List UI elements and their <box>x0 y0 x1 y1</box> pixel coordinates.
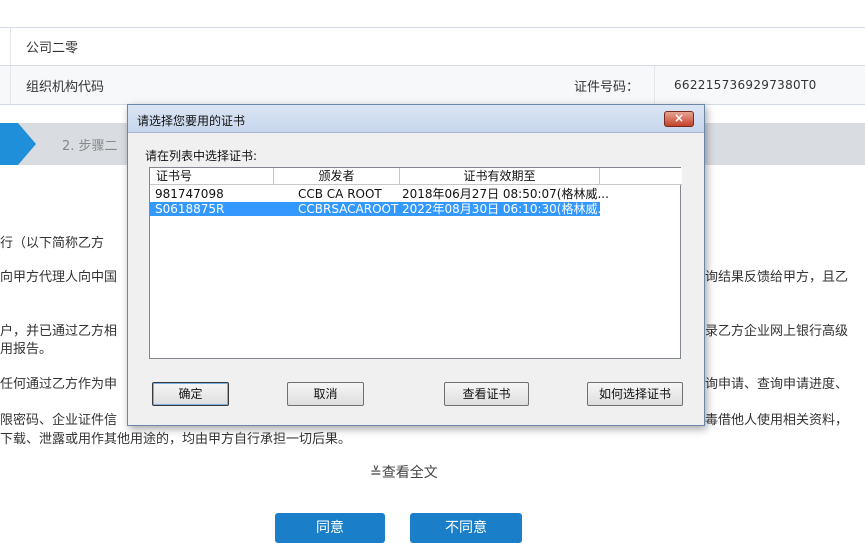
issuer-cell: CCB CA ROOT <box>298 187 382 201</box>
column-header-issuer[interactable]: 颁发者 <box>274 168 400 185</box>
disagree-button[interactable]: 不同意 <box>410 513 522 543</box>
certificate-list[interactable]: 证书号 颁发者 证书有效期至 981747098 CCB CA ROOT 201… <box>149 167 682 359</box>
column-divider <box>654 66 655 104</box>
org-code-label: 组织机构代码 <box>26 79 105 95</box>
close-icon[interactable]: × <box>664 111 694 127</box>
step-1-indicator <box>0 123 36 165</box>
agreement-text-line: 任何通过乙方作为申 <box>0 377 118 392</box>
agreement-text-line: 向甲方代理人向中国 <box>0 270 118 285</box>
column-header-empty <box>600 168 682 185</box>
view-certificate-button[interactable]: 查看证书 <box>444 382 529 406</box>
column-header-expiry[interactable]: 证书有效期至 <box>400 168 600 185</box>
agreement-text-line: 户，并已通过乙方相 <box>0 324 118 339</box>
how-to-choose-button[interactable]: 如何选择证书 <box>587 382 683 406</box>
list-item-selected[interactable]: S0618875R CCBRSACAROOT 2022年08月30日 06:10… <box>150 202 609 216</box>
issuer-cell: CCBRSACAROOT <box>298 202 399 216</box>
column-header-cert-no[interactable]: 证书号 <box>150 168 274 185</box>
org-code-row: 组织机构代码 证件号码： 66221573692973​80T0 <box>0 65 865 105</box>
step-2-label: 2. 步骤二 <box>62 139 118 154</box>
cert-no-cell: S0618875R <box>155 202 225 216</box>
cert-no-value: 66221573692973​80T0 <box>674 78 817 92</box>
row-gutter <box>0 28 11 65</box>
agreement-text-line: 用报告。 <box>0 342 53 357</box>
agreement-text-line: 录乙方企业网上银行高级 <box>705 324 849 339</box>
dialog-prompt: 请在列表中选择证书: <box>145 149 258 163</box>
cert-no-label: 证件号码： <box>574 79 640 95</box>
company-name: 公司二零 <box>26 41 79 56</box>
expiry-cell: 2022年08月30日 06:10:30(格林威... <box>402 202 609 216</box>
expiry-cell: 2018年06月27日 08:50:07(格林威... <box>402 187 609 201</box>
agreement-text-line: 询结果反馈给甲方，且乙 <box>705 270 849 285</box>
row-gutter <box>0 66 11 104</box>
list-item[interactable]: 981747098 CCB CA ROOT 2018年06月27日 08:50:… <box>150 187 609 201</box>
company-name-row: 公司二零 <box>0 27 865 65</box>
agreement-text-line: 毒借他人使用相关资料， <box>705 413 849 428</box>
agreement-text-line: 限密码、企业证件信 <box>0 413 118 428</box>
agree-button[interactable]: 同意 <box>275 513 385 543</box>
certificate-dialog: 请选择您要用的证书 × 请在列表中选择证书: 证书号 颁发者 证书有效期至 98… <box>127 104 705 426</box>
dialog-title: 请选择您要用的证书 <box>137 114 246 128</box>
list-header: 证书号 颁发者 证书有效期至 <box>150 168 682 185</box>
cert-no-cell: 981747098 <box>155 187 224 201</box>
ok-button[interactable]: 确定 <box>152 382 229 406</box>
dialog-titlebar[interactable]: 请选择您要用的证书 × <box>128 105 704 133</box>
agreement-text-line: 行（以下简称乙方 <box>0 236 105 251</box>
agreement-text-line: 询申请、查询申请进度、 <box>705 377 849 392</box>
cancel-button[interactable]: 取消 <box>287 382 364 406</box>
view-full-text-link[interactable]: ≚查看全文 <box>370 462 438 482</box>
agreement-text-line: 下载、泄露或用作其他用途的，均由甲方自行承担一切后果。 <box>0 432 352 447</box>
